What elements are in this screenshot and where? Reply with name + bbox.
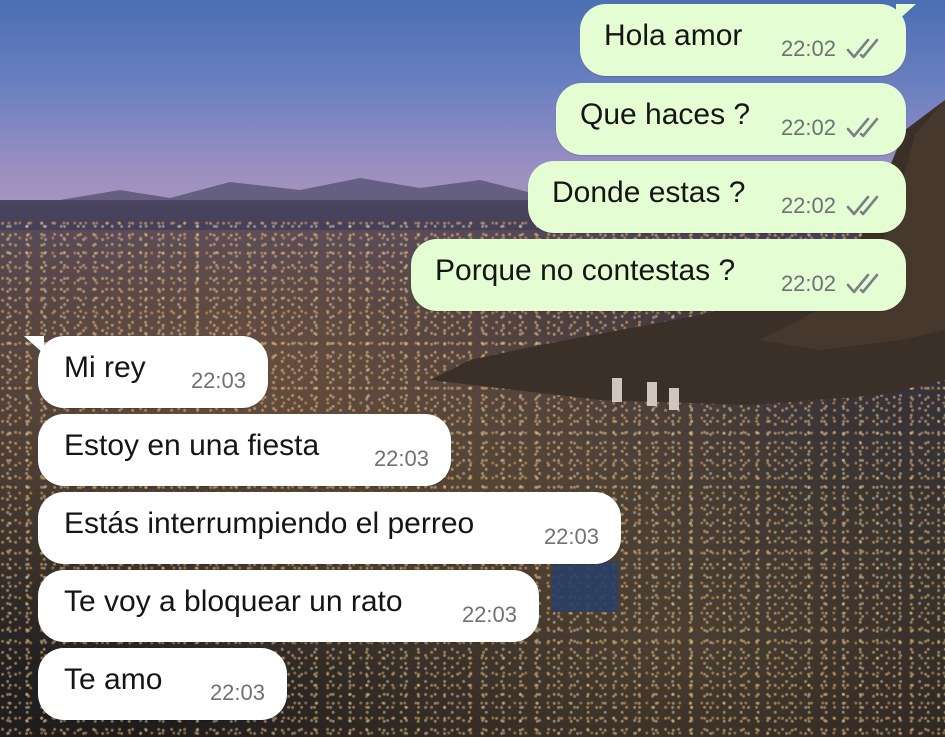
message-text: Te voy a bloquear un rato	[64, 585, 403, 618]
bubble-tail	[24, 336, 44, 354]
double-check-icon	[846, 273, 879, 294]
message-time: 22:03	[543, 524, 599, 549]
message-time: 22:03	[209, 680, 265, 705]
message-text: Hola amor	[604, 19, 743, 52]
incoming-message[interactable]: Mi rey 22:03	[24, 336, 268, 408]
bubble-tail	[896, 4, 916, 22]
incoming-message[interactable]: Estás interrumpiendo el perreo 22:03	[38, 492, 621, 564]
message-text: Donde estas ?	[552, 176, 746, 209]
message-time: 22:03	[190, 368, 246, 393]
wallpaper-tower	[647, 382, 657, 406]
message-time: 22:02	[780, 193, 836, 218]
message-time: 22:03	[461, 602, 517, 627]
message-text: Te amo	[64, 663, 163, 696]
wallpaper-reservoir	[552, 562, 618, 612]
message-time: 22:02	[780, 271, 836, 296]
double-check-icon	[846, 38, 879, 59]
double-check-icon	[846, 195, 879, 216]
outgoing-message[interactable]: Porque no contestas ? 22:02	[411, 239, 906, 311]
message-text: Mi rey	[64, 351, 146, 384]
message-time: 22:02	[780, 115, 836, 140]
wallpaper-tower	[612, 378, 622, 402]
outgoing-message[interactable]: Que haces ? 22:02	[556, 83, 906, 155]
wallpaper-tower	[669, 388, 679, 410]
message-text: Porque no contestas ?	[435, 254, 736, 287]
message-text: Estás interrumpiendo el perreo	[64, 507, 475, 540]
outgoing-message[interactable]: Hola amor 22:02	[580, 4, 916, 76]
incoming-message[interactable]: Te voy a bloquear un rato 22:03	[38, 570, 539, 642]
double-check-icon	[846, 117, 879, 138]
outgoing-message[interactable]: Donde estas ? 22:02	[528, 161, 906, 233]
chat-screen: Hola amor 22:02 Que haces ? 22:02 Donde …	[0, 0, 945, 737]
incoming-message[interactable]: Estoy en una fiesta 22:03	[38, 414, 451, 486]
message-time: 22:02	[780, 36, 836, 61]
incoming-message[interactable]: Te amo 22:03	[38, 648, 287, 720]
message-text: Estoy en una fiesta	[64, 429, 320, 462]
message-text: Que haces ?	[580, 98, 751, 131]
message-time: 22:03	[373, 446, 429, 471]
